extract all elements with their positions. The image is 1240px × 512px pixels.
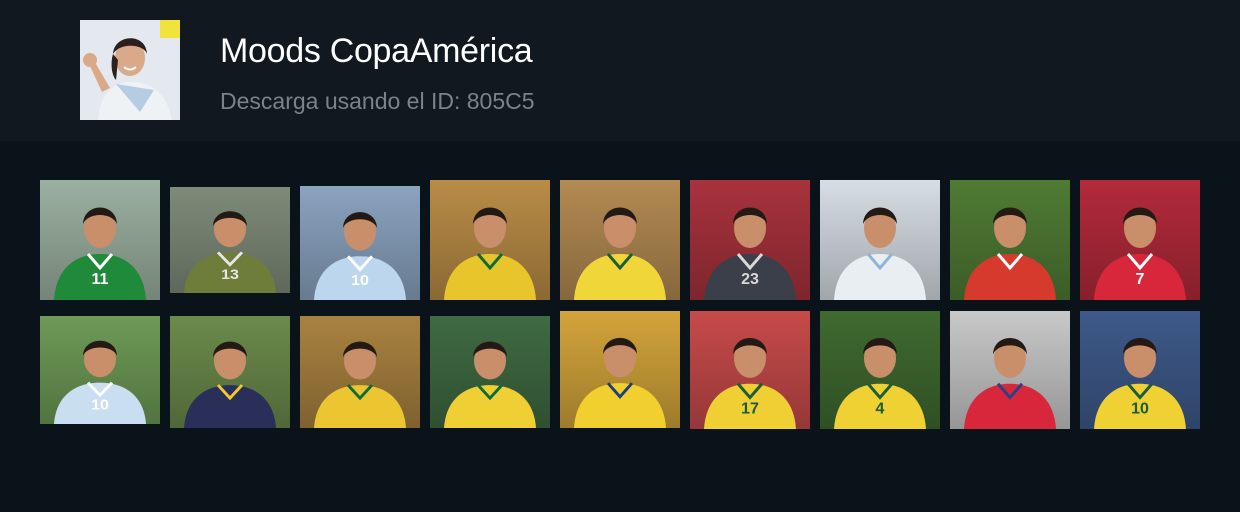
svg-text:23: 23 <box>741 271 759 288</box>
player-illustration <box>560 311 680 428</box>
player-illustration <box>950 311 1070 429</box>
player-illustration <box>950 180 1070 300</box>
sticker-brazil[interactable]: 10 <box>1080 311 1200 429</box>
sticker-brazil[interactable]: 17 <box>690 311 810 429</box>
sticker-brazil[interactable] <box>430 316 550 428</box>
sticker-mexico[interactable]: 13 <box>170 187 290 293</box>
player-illustration: 10 <box>1080 311 1200 429</box>
player-illustration: 11 <box>40 180 160 300</box>
player-illustration: 10 <box>40 316 160 424</box>
svg-text:4: 4 <box>876 400 885 417</box>
sticker-brazil[interactable] <box>300 316 420 428</box>
sticker-mexico[interactable]: 11 <box>40 180 160 300</box>
pack-cover-player-illustration <box>80 20 180 120</box>
player-illustration: 10 <box>300 186 420 300</box>
player-illustration <box>430 316 550 428</box>
sticker-colombia[interactable] <box>170 316 290 428</box>
svg-text:11: 11 <box>92 271 109 288</box>
svg-text:10: 10 <box>351 272 369 289</box>
player-illustration: 13 <box>170 187 290 293</box>
pack-title: Moods CopaAmérica <box>220 32 533 70</box>
sticker-chile[interactable] <box>950 180 1070 300</box>
svg-text:10: 10 <box>91 397 109 413</box>
player-illustration: 7 <box>1080 180 1200 300</box>
sticker-brazil[interactable]: 4 <box>820 311 940 429</box>
sticker-chile[interactable]: 7 <box>1080 180 1200 300</box>
sticker-argentina[interactable]: 10 <box>40 316 160 424</box>
sticker-argentina[interactable]: 10 <box>300 186 420 300</box>
pack-cover-image <box>80 20 180 120</box>
svg-text:13: 13 <box>221 267 239 283</box>
svg-text:10: 10 <box>1131 400 1149 417</box>
player-illustration <box>300 316 420 428</box>
sticker-pack-header: Moods CopaAmérica Descarga usando el ID:… <box>0 0 1240 141</box>
pack-download-id: Descarga usando el ID: 805C5 <box>220 88 535 114</box>
player-illustration: 17 <box>690 311 810 429</box>
sticker-colombia[interactable] <box>560 311 680 428</box>
sticker-brazil[interactable] <box>430 180 550 300</box>
sticker-chile[interactable] <box>950 311 1070 429</box>
sticker-brazil[interactable] <box>560 180 680 300</box>
player-illustration <box>170 316 290 428</box>
player-illustration <box>820 180 940 300</box>
player-illustration <box>560 180 680 300</box>
player-illustration <box>430 180 550 300</box>
sticker-uruguay[interactable]: 23 <box>690 180 810 300</box>
player-illustration: 23 <box>690 180 810 300</box>
svg-text:17: 17 <box>741 400 759 417</box>
player-illustration: 4 <box>820 311 940 429</box>
svg-text:7: 7 <box>1136 271 1145 288</box>
sticker-uruguay[interactable] <box>820 180 940 300</box>
